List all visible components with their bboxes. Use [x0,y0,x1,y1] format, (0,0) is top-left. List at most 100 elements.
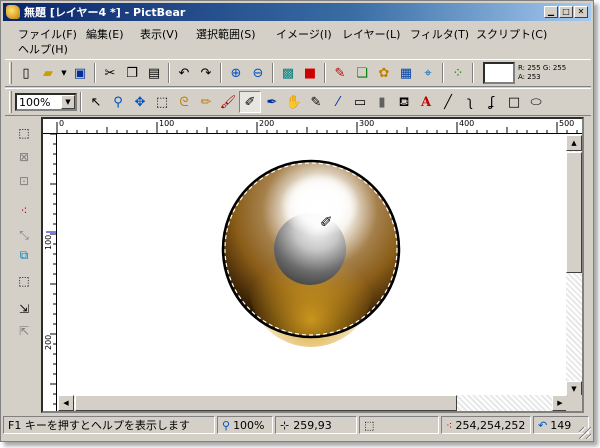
text-icon[interactable]: A [415,91,437,113]
palette-icon[interactable]: ✿ [373,62,395,84]
image-canvas[interactable]: ✐ [58,135,568,397]
status-bar: F1 キーを押すとヘルプを表示します ⚲ 100% ⊹ 259,93 ⬚ ⁖ 2… [3,415,593,435]
new-icon[interactable]: ▯ [15,62,37,84]
magnifier-icon: ⚲ [222,418,231,432]
move-icon[interactable]: ✥ [129,91,151,113]
crop-icon[interactable]: ⊡ [14,171,34,191]
open-dropdown-icon[interactable]: ▼ [59,62,69,84]
status-help-text: F1 キーを押すとヘルプを表示します [8,419,190,432]
menu-image[interactable]: イメージ(I) [273,26,335,42]
menu-help[interactable]: ヘルプ(H) [15,41,71,57]
undo-icon[interactable]: ↶ [173,62,195,84]
open-icon[interactable]: ▰ [37,62,59,84]
status-color: ⁖ 254,254,252 [441,416,531,434]
brush-settings-icon[interactable]: ✎ [329,62,351,84]
menu-layer[interactable]: レイヤー(L) [339,26,403,42]
color-dots-icon: ⁖ [446,418,453,432]
horizontal-ruler: 0 100 200 300 400 500 [43,119,582,134]
selection-size-icon: ⬚ [364,418,375,432]
zoom-out-icon[interactable]: ⊖ [247,62,269,84]
menu-selection[interactable]: 選択範囲(S) [193,26,259,42]
curve-icon[interactable]: ʅ [459,91,481,113]
merge-icon[interactable]: ⧉ [14,245,34,265]
channels-icon[interactable]: ▦ [395,62,417,84]
vertical-scrollbar[interactable]: ▲ ▼ [566,135,582,397]
main-toolbar: ▯ ▰ ▼ ▣ ✂ ❐ ▤ ↶ ↷ ⊕ ⊖ ▩ ■ ✎ ❏ ✿ ▦ ⌖ ⁘ R:… [5,59,591,87]
status-selection-size: ⬚ [359,416,439,434]
menu-edit[interactable]: 編集(E) [83,26,127,42]
lasso-icon[interactable]: ᘓ [173,91,195,113]
pencil-icon[interactable]: ✏ [195,91,217,113]
rectangle-icon[interactable]: □ [503,91,525,113]
layer-down-icon[interactable]: ⇱ [14,321,34,341]
zoom-select-value: 100% [19,95,51,109]
eraser-icon[interactable]: ▭ [349,91,371,113]
menu-file[interactable]: ファイル(F) [15,26,80,42]
color-readout: R: 255 G: 255 A: 253 [518,64,567,81]
cut-icon[interactable]: ✂ [99,62,121,84]
navigator-icon[interactable]: ⌖ [417,62,439,84]
ruler-label: 100 [159,119,175,128]
menu-script[interactable]: スクリプト(C) [473,26,550,42]
resize-grip[interactable] [579,427,591,439]
crosshair-icon: ⊹ [280,418,290,432]
vertical-ruler: 100 200 [43,134,57,411]
rect-select-icon[interactable]: ⬚ [151,91,173,113]
fill-red-icon[interactable]: ■ [299,62,321,84]
scroll-left-icon[interactable]: ◀ [58,395,74,411]
paste-icon[interactable]: ▤ [143,62,165,84]
horizontal-scroll-thumb[interactable] [75,395,457,411]
bezier-icon[interactable]: ʆ [481,91,503,113]
chevron-down-icon[interactable]: ▼ [61,95,75,109]
menu-view[interactable]: 表示(V) [137,26,181,42]
pen-icon[interactable]: ✒ [261,91,283,113]
layer-up-icon[interactable]: ⇲ [14,299,34,319]
close-button[interactable]: ✕ [574,6,588,18]
vertical-scroll-thumb[interactable] [566,152,582,273]
grid-icon[interactable]: ⁘ [447,62,469,84]
bucket-icon[interactable]: ⛾ [393,91,415,113]
title-bar[interactable]: 無題 [レイヤー4 *] - PictBear ▁ □ ✕ [3,3,591,21]
zoom-in-icon[interactable]: ⊕ [225,62,247,84]
save-icon[interactable]: ▣ [69,62,91,84]
deselect-icon[interactable]: ⊠ [14,147,34,167]
canvas-area: 0 100 200 300 400 500 100 200 ✐ ▲ ▼ ◀ ▶ [41,117,584,413]
menu-filter[interactable]: フィルタ(T) [407,26,472,42]
status-help: F1 キーを押すとヘルプを表示します [3,416,215,434]
select-all-icon[interactable]: ⬚ [14,123,34,143]
airbrush-cursor-icon: ✐ [320,213,333,231]
ruler-label: 0 [59,119,65,128]
ruler-label: 300 [359,119,375,128]
pictbear-icon [6,5,20,19]
magnifier-icon[interactable]: ⚲ [107,91,129,113]
selection-sidebar: ⬚ ⊠ ⊡ ⁖ ⤡ ⧉ ⬚ ⇲ ⇱ [9,119,39,405]
ruler-label: 100 [44,234,53,250]
gradient-icon[interactable]: ▮ [371,91,393,113]
hand-icon[interactable]: ✋ [283,91,305,113]
current-color-swatch[interactable] [483,62,515,84]
color-mode-icon[interactable]: ⁖ [14,201,34,221]
redo-icon[interactable]: ↷ [195,62,217,84]
selection-icon[interactable]: ⬚ [14,271,34,291]
ellipse-icon[interactable]: ⬭ [525,91,547,113]
undo-icon: ↶ [538,418,548,432]
copy-icon[interactable]: ❐ [121,62,143,84]
minimize-button[interactable]: ▁ [544,6,558,18]
transform-icon[interactable]: ⤡ [14,225,34,245]
layers-icon[interactable]: ❏ [351,62,373,84]
window-title: 無題 [レイヤー4 *] - PictBear [24,6,186,19]
airbrush-icon[interactable]: ✐ [239,91,261,113]
brush-icon[interactable]: 🖌 [217,91,239,113]
line-icon[interactable]: ╱ [437,91,459,113]
status-coords: ⊹ 259,93 [275,416,357,434]
blur-icon[interactable]: ✎ [305,91,327,113]
status-zoom: ⚲ 100% [217,416,273,434]
maximize-button[interactable]: □ [559,6,573,18]
pointer-icon[interactable]: ↖ [85,91,107,113]
image-icon[interactable]: ▩ [277,62,299,84]
horizontal-scrollbar[interactable]: ◀ ▶ [58,395,568,411]
scroll-up-icon[interactable]: ▲ [566,135,582,151]
eyedropper-icon[interactable]: ⁄ [327,91,349,113]
ruler-label: 400 [459,119,475,128]
zoom-select[interactable]: 100% ▼ [15,93,77,111]
